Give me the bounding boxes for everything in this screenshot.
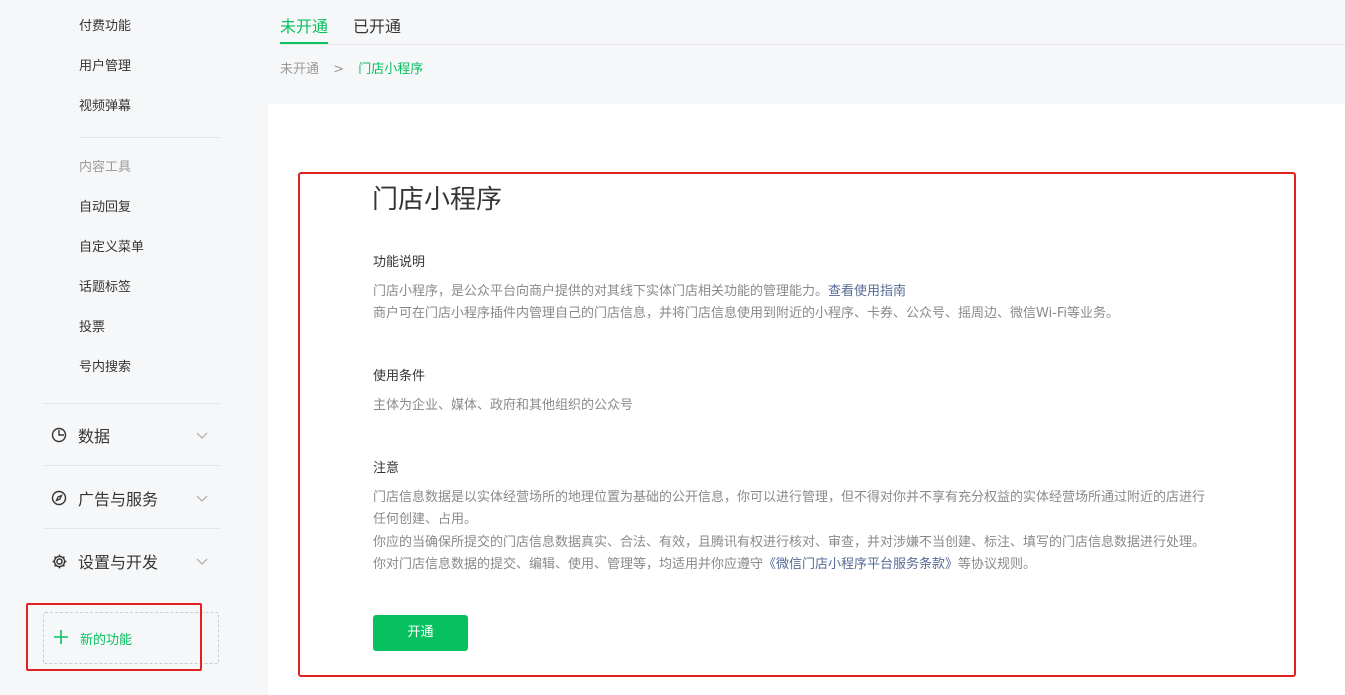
sidebar-group-ads-services[interactable]: 广告与服务 xyxy=(50,486,220,510)
page-title: 门店小程序 xyxy=(372,185,503,215)
sidebar-group-label: 广告与服务 xyxy=(78,490,159,509)
pie-chart-icon xyxy=(50,426,68,444)
notice-heading: 注意 xyxy=(373,461,400,476)
notice-line-3: 你应的当确保所提交的门店信息数据真实、合法、有效，且腾讯有权进行核对、审查，并对… xyxy=(373,535,1206,550)
sidebar-group-label: 数据 xyxy=(78,427,111,446)
sidebar-divider xyxy=(43,465,220,466)
notice-line-4: 你对门店信息数据的提交、编辑、使用、管理等，均适用并你应遵守《微信门店小程序平台… xyxy=(373,554,1036,576)
sidebar-item-auto-reply[interactable]: 自动回复 xyxy=(79,198,131,218)
sidebar-item-vote[interactable]: 投票 xyxy=(79,318,105,338)
new-feature-button[interactable]: 新的功能 xyxy=(43,612,219,664)
sidebar-divider xyxy=(79,137,220,138)
tab-enabled[interactable]: 已开通 xyxy=(353,16,401,44)
gear-icon xyxy=(50,552,68,570)
sidebar-group-data[interactable]: 数据 xyxy=(50,423,220,447)
conditions-text: 主体为企业、媒体、政府和其他组织的公众号 xyxy=(373,398,634,413)
notice-line-1: 门店信息数据是以实体经营场所的地理位置为基础的公开信息，你可以进行管理，但不得对… xyxy=(373,490,1206,505)
compass-icon xyxy=(50,489,68,507)
breadcrumb-current: 门店小程序 xyxy=(358,62,424,77)
new-feature-label: 新的功能 xyxy=(80,632,133,648)
tab-bar: 未开通 已开通 xyxy=(280,0,1345,45)
sidebar-item-account-search[interactable]: 号内搜索 xyxy=(79,358,131,378)
sidebar-group-settings-dev[interactable]: 设置与开发 xyxy=(50,549,220,573)
chevron-down-icon xyxy=(194,427,210,443)
sidebar-heading-content-tools: 内容工具 xyxy=(79,160,132,175)
sidebar-item-custom-menu[interactable]: 自定义菜单 xyxy=(79,238,144,258)
breadcrumb: 未开通 > 门店小程序 xyxy=(280,60,423,80)
tab-not-enabled[interactable]: 未开通 xyxy=(280,16,329,44)
sidebar-item-user-management[interactable]: 用户管理 xyxy=(79,57,131,77)
sidebar-divider xyxy=(43,528,220,529)
feature-desc-line-1: 门店小程序，是公众平台向商户提供的对其线下实体门店相关功能的管理能力。查看使用指… xyxy=(373,281,906,303)
open-button[interactable]: 开通 xyxy=(373,615,468,651)
notice-text: 你对门店信息数据的提交、编辑、使用、管理等，均适用并你应遵守 xyxy=(373,557,764,572)
feature-desc-line-2: 商户可在门店小程序插件内管理自己的门店信息，并将门店信息使用到附近的小程序、卡券… xyxy=(373,306,1120,321)
sidebar-item-topic-tags[interactable]: 话题标签 xyxy=(79,278,131,298)
breadcrumb-separator: > xyxy=(333,62,345,77)
sidebar-item-paid-features[interactable]: 付费功能 xyxy=(79,17,131,37)
chevron-down-icon xyxy=(194,553,210,569)
notice-line-2: 任何创建、占用。 xyxy=(373,512,478,527)
sidebar-group-label: 设置与开发 xyxy=(78,553,159,572)
plus-icon xyxy=(53,628,71,648)
feature-desc-text: 门店小程序，是公众平台向商户提供的对其线下实体门店相关功能的管理能力。 xyxy=(373,284,829,299)
usage-guide-link[interactable]: 查看使用指南 xyxy=(828,284,906,299)
feature-desc-heading: 功能说明 xyxy=(373,255,426,270)
notice-text: 等协议规则。 xyxy=(958,557,1037,572)
breadcrumb-root[interactable]: 未开通 xyxy=(280,62,319,77)
service-terms-link[interactable]: 《微信门店小程序平台服务条款》 xyxy=(763,557,958,572)
chevron-down-icon xyxy=(194,490,210,506)
sidebar-divider xyxy=(43,403,220,404)
sidebar: 付费功能 用户管理 视频弹幕 内容工具 自动回复 自定义菜单 话题标签 投票 号… xyxy=(0,0,240,695)
conditions-heading: 使用条件 xyxy=(373,369,426,384)
sidebar-item-video-danmaku[interactable]: 视频弹幕 xyxy=(79,97,131,117)
